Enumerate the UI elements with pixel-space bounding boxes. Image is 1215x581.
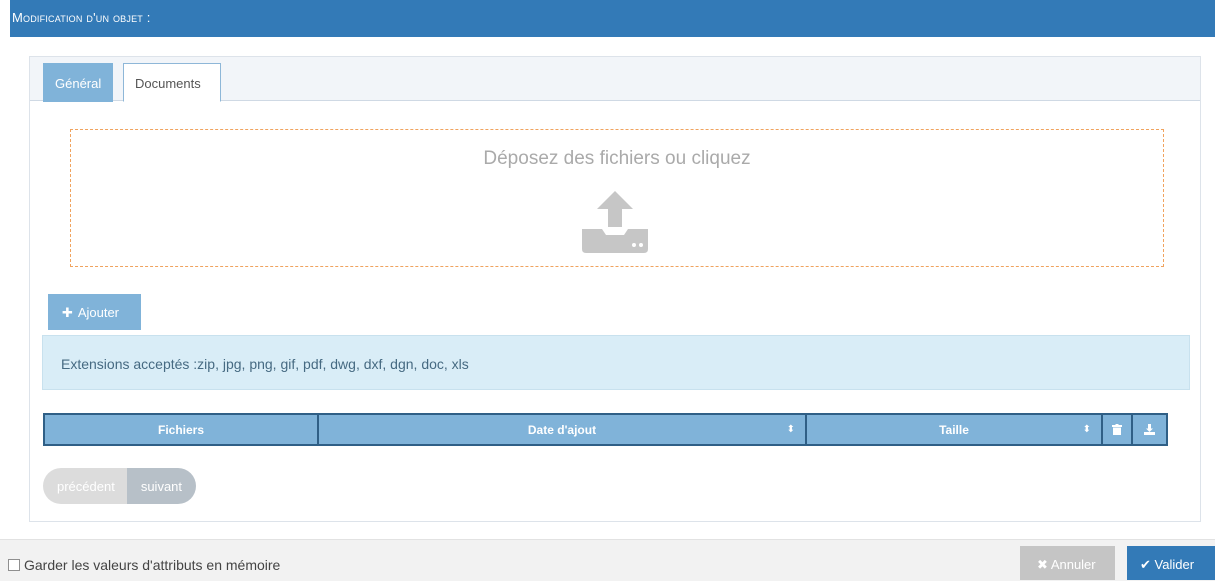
- extensions-info: Extensions acceptés :zip, jpg, png, gif,…: [42, 335, 1190, 390]
- close-icon: ✖: [1037, 557, 1048, 572]
- column-date-ajout-label: Date d'ajout: [527, 422, 597, 437]
- validate-button[interactable]: ✔ Valider: [1127, 546, 1215, 580]
- cancel-label: Annuler: [1050, 557, 1096, 572]
- check-icon: ✔: [1140, 557, 1151, 572]
- add-file-label: Ajouter: [77, 305, 120, 320]
- form-panel: Général Documents Déposez des fichiers o…: [29, 56, 1201, 522]
- column-download[interactable]: [1133, 415, 1166, 444]
- upload-icon: [582, 191, 648, 253]
- column-delete[interactable]: [1103, 415, 1133, 444]
- tab-general[interactable]: Général: [43, 63, 114, 102]
- column-date-ajout[interactable]: Date d'ajout ⬍: [319, 415, 807, 444]
- keep-values-checkbox[interactable]: [8, 559, 20, 571]
- next-page-button[interactable]: suivant: [126, 468, 197, 504]
- dropzone-text: Déposez des fichiers ou cliquez: [483, 148, 751, 169]
- column-fichiers-label: Fichiers: [157, 422, 205, 437]
- column-taille-label: Taille: [939, 422, 969, 437]
- plus-icon: ✚: [62, 305, 73, 320]
- previous-page-button[interactable]: précédent: [43, 468, 127, 504]
- pagination: précédent suivant: [43, 468, 197, 504]
- tab-strip: Général Documents: [30, 57, 1200, 102]
- sort-icon: ⬍: [1082, 424, 1091, 435]
- extensions-text: Extensions acceptés :zip, jpg, png, gif,…: [61, 356, 469, 372]
- file-dropzone[interactable]: Déposez des fichiers ou cliquez: [70, 129, 1164, 267]
- validate-label: Valider: [1154, 557, 1195, 572]
- keep-values-label: Garder les valeurs d'attributs en mémoir…: [24, 557, 281, 573]
- trash-icon: [1112, 424, 1122, 435]
- add-file-button[interactable]: ✚ Ajouter: [48, 294, 141, 330]
- sort-icon: ⬍: [786, 424, 795, 435]
- tab-documents[interactable]: Documents: [123, 63, 221, 102]
- cancel-button[interactable]: ✖ Annuler: [1020, 546, 1115, 580]
- column-fichiers[interactable]: Fichiers: [45, 415, 319, 444]
- column-taille[interactable]: Taille ⬍: [807, 415, 1103, 444]
- files-table-header: Fichiers Date d'ajout ⬍ Taille ⬍: [43, 413, 1168, 446]
- download-icon: [1144, 424, 1155, 435]
- dialog-title-bar: Modification d'un objet :: [10, 0, 1215, 37]
- dialog-title: Modification d'un objet :: [12, 10, 151, 25]
- dialog-footer: Garder les valeurs d'attributs en mémoir…: [0, 539, 1215, 581]
